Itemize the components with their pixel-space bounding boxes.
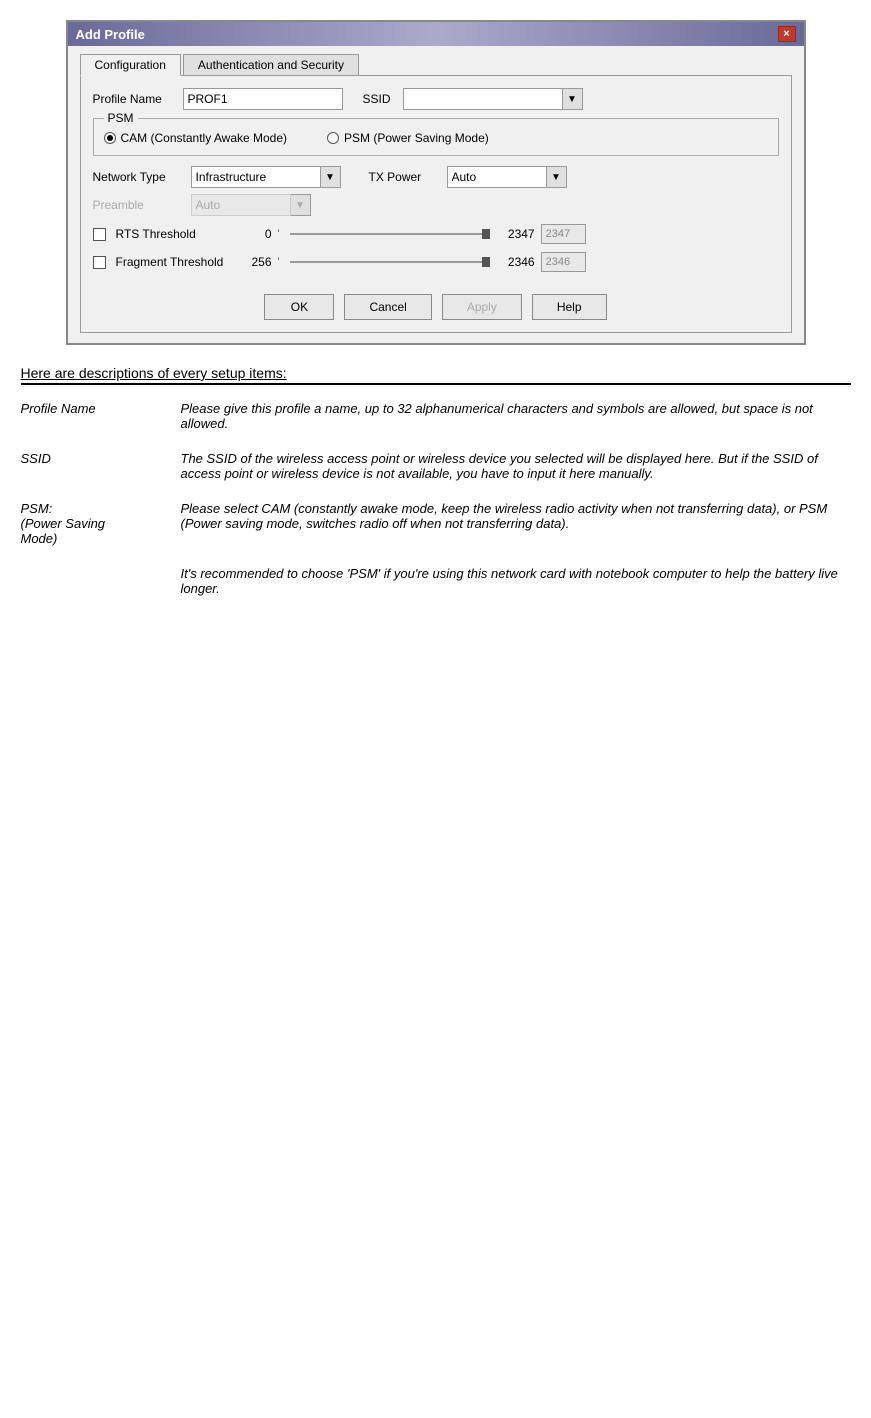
rts-checkbox[interactable] <box>93 228 106 241</box>
table-row: Profile Name Please give this profile a … <box>21 397 851 447</box>
rts-label: RTS Threshold <box>116 227 236 241</box>
table-row: It's recommended to choose 'PSM' if you'… <box>21 562 851 612</box>
ssid-combo: ▼ <box>403 88 583 110</box>
preamble-input[interactable] <box>191 194 291 216</box>
dialog-body: Configuration Authentication and Securit… <box>68 46 804 343</box>
add-profile-dialog: Add Profile × Configuration Authenticati… <box>66 20 806 345</box>
psm-label: PSM (Power Saving Mode) <box>344 131 489 145</box>
cam-label: CAM (Constantly Awake Mode) <box>121 131 288 145</box>
fragment-slider[interactable] <box>290 261 490 263</box>
network-type-combo: ▼ <box>191 166 341 188</box>
cam-radio[interactable] <box>104 132 116 144</box>
ok-button[interactable]: OK <box>264 294 334 320</box>
tab-auth-security[interactable]: Authentication and Security <box>183 54 359 76</box>
tx-power-label: TX Power <box>369 170 439 184</box>
network-type-input[interactable] <box>191 166 321 188</box>
buttons-row: OK Cancel Apply Help <box>93 286 779 320</box>
term-ssid: SSID <box>21 447 181 497</box>
description-table: Profile Name Please give this profile a … <box>21 397 851 612</box>
content-panel: Profile Name SSID ▼ PSM CAM (Constantly … <box>80 75 792 333</box>
term-psm-note <box>21 562 181 612</box>
rts-slider[interactable] <box>290 233 490 235</box>
rts-max-val: 2347 <box>500 227 535 241</box>
profile-name-label: Profile Name <box>93 92 183 106</box>
fragment-tick: ' <box>278 256 280 268</box>
fragment-label: Fragment Threshold <box>116 255 236 269</box>
psm-radio[interactable] <box>327 132 339 144</box>
dialog-titlebar: Add Profile × <box>68 22 804 46</box>
term-psm: PSM:(Power SavingMode) <box>21 497 181 562</box>
psm-group: PSM CAM (Constantly Awake Mode) PSM (Pow… <box>93 118 779 156</box>
desc-profile-name: Please give this profile a name, up to 3… <box>181 397 851 447</box>
preamble-row: Preamble ▼ <box>93 194 779 216</box>
ssid-input[interactable] <box>403 88 563 110</box>
tx-power-arrow[interactable]: ▼ <box>547 166 567 188</box>
preamble-label: Preamble <box>93 198 183 212</box>
term-profile-name: Profile Name <box>21 397 181 447</box>
close-button[interactable]: × <box>778 26 796 42</box>
table-row: PSM:(Power SavingMode) Please select CAM… <box>21 497 851 562</box>
ssid-dropdown-arrow[interactable]: ▼ <box>563 88 583 110</box>
tab-configuration[interactable]: Configuration <box>80 54 181 76</box>
apply-button[interactable]: Apply <box>442 294 522 320</box>
fragment-threshold-row: Fragment Threshold 256 ' 2346 <box>93 252 779 272</box>
tx-power-combo: ▼ <box>447 166 567 188</box>
desc-psm: Please select CAM (constantly awake mode… <box>181 497 851 562</box>
help-button[interactable]: Help <box>532 294 607 320</box>
profile-name-input[interactable] <box>183 88 343 110</box>
fragment-max-val: 2346 <box>500 255 535 269</box>
preamble-arrow[interactable]: ▼ <box>291 194 311 216</box>
fragment-checkbox[interactable] <box>93 256 106 269</box>
rts-threshold-row: RTS Threshold 0 ' 2347 <box>93 224 779 244</box>
preamble-combo: ▼ <box>191 194 311 216</box>
network-type-label: Network Type <box>93 170 183 184</box>
rts-input[interactable] <box>541 224 586 244</box>
table-row: SSID The SSID of the wireless access poi… <box>21 447 851 497</box>
psm-legend: PSM <box>104 111 138 125</box>
cam-option[interactable]: CAM (Constantly Awake Mode) <box>104 131 288 145</box>
psm-option[interactable]: PSM (Power Saving Mode) <box>327 131 489 145</box>
fragment-input[interactable] <box>541 252 586 272</box>
tx-power-input[interactable] <box>447 166 547 188</box>
network-type-arrow[interactable]: ▼ <box>321 166 341 188</box>
rts-tick: ' <box>278 228 280 240</box>
rts-min-val: 0 <box>242 227 272 241</box>
ssid-label: SSID <box>363 92 403 106</box>
psm-options: CAM (Constantly Awake Mode) PSM (Power S… <box>104 131 768 145</box>
desc-psm-note: It's recommended to choose 'PSM' if you'… <box>181 562 851 612</box>
fragment-min-val: 256 <box>242 255 272 269</box>
desc-ssid: The SSID of the wireless access point or… <box>181 447 851 497</box>
profile-ssid-row: Profile Name SSID ▼ <box>93 88 779 110</box>
tab-bar: Configuration Authentication and Securit… <box>80 54 792 76</box>
cancel-button[interactable]: Cancel <box>344 294 431 320</box>
dialog-title: Add Profile <box>76 27 145 42</box>
doc-content: Here are descriptions of every setup ite… <box>21 365 851 612</box>
network-type-row: Network Type ▼ TX Power ▼ <box>93 166 779 188</box>
section-header: Here are descriptions of every setup ite… <box>21 365 851 385</box>
